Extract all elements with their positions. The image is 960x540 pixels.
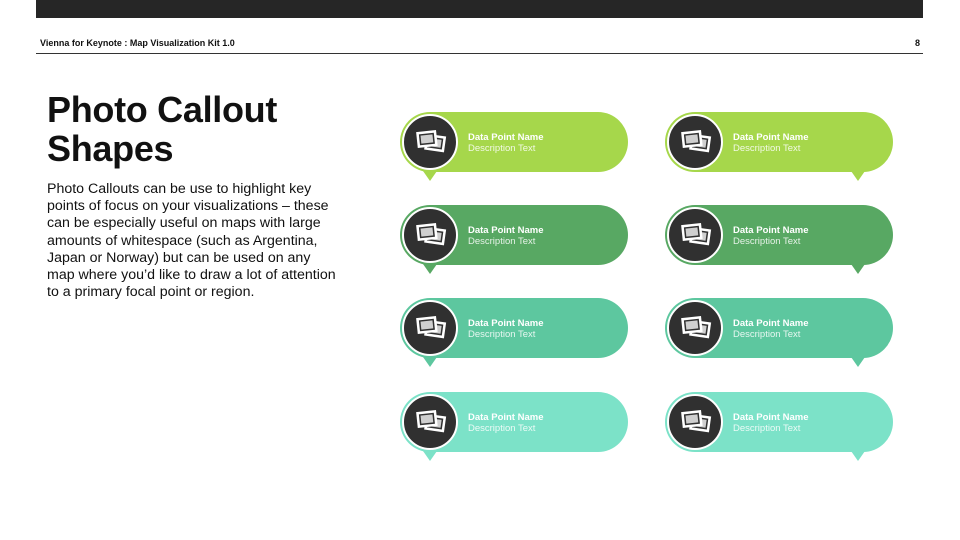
callout-data-point-name: Data Point Name	[468, 132, 544, 143]
top-bar	[36, 0, 923, 18]
callout-description: Description Text	[733, 423, 801, 434]
callout-description: Description Text	[468, 143, 536, 154]
callout-data-point-name: Data Point Name	[468, 318, 544, 329]
slide-body-text: Photo Callouts can be use to highlight k…	[47, 181, 336, 301]
callout-description: Description Text	[468, 423, 536, 434]
callout-photo-circle	[402, 114, 458, 170]
callout-photo-circle	[667, 300, 723, 356]
header-title: Vienna for Keynote : Map Visualization K…	[40, 38, 235, 48]
callout-description: Description Text	[733, 329, 801, 340]
photo-callout: Data Point Name Description Text	[665, 298, 895, 370]
photo-callout: Data Point Name Description Text	[400, 112, 630, 184]
callout-photo-circle	[667, 207, 723, 263]
callout-photo-circle	[402, 207, 458, 263]
callout-pointer	[851, 357, 865, 367]
callout-data-point-name: Data Point Name	[733, 318, 809, 329]
callout-pointer	[423, 357, 437, 367]
photo-callout: Data Point Name Description Text	[665, 392, 895, 464]
callout-description: Description Text	[468, 329, 536, 340]
callout-pointer	[851, 264, 865, 274]
callout-data-point-name: Data Point Name	[733, 132, 809, 143]
callout-photo-circle	[402, 300, 458, 356]
callout-pointer	[851, 451, 865, 461]
callout-pointer	[851, 171, 865, 181]
callout-photo-circle	[667, 114, 723, 170]
slide-title: Photo Callout Shapes	[47, 89, 278, 169]
photo-callout: Data Point Name Description Text	[665, 112, 895, 184]
photo-callout: Data Point Name Description Text	[400, 392, 630, 464]
page-number: 8	[914, 38, 920, 48]
callout-data-point-name: Data Point Name	[733, 225, 809, 236]
photo-callout: Data Point Name Description Text	[400, 205, 630, 277]
callout-description: Description Text	[733, 236, 801, 247]
photo-callout: Data Point Name Description Text	[400, 298, 630, 370]
callout-photo-circle	[402, 394, 458, 450]
callout-data-point-name: Data Point Name	[733, 412, 809, 423]
callout-photo-circle	[667, 394, 723, 450]
callout-description: Description Text	[733, 143, 801, 154]
callout-pointer	[423, 264, 437, 274]
callout-pointer	[423, 451, 437, 461]
callout-pointer	[423, 171, 437, 181]
header-divider	[36, 53, 923, 54]
photo-callout: Data Point Name Description Text	[665, 205, 895, 277]
callout-data-point-name: Data Point Name	[468, 225, 544, 236]
callout-description: Description Text	[468, 236, 536, 247]
callout-data-point-name: Data Point Name	[468, 412, 544, 423]
